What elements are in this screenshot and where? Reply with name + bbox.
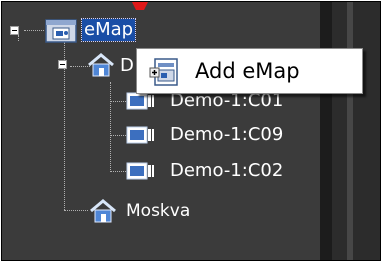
tree-node-camera-c02[interactable]: Demo-1:C02 xyxy=(170,160,283,182)
collapse-toggle-emap[interactable] xyxy=(10,26,19,35)
tree-node-site[interactable]: D xyxy=(120,55,134,77)
context-menu: Add eMap xyxy=(136,48,363,94)
site-icon xyxy=(90,199,116,223)
camera-icon xyxy=(126,126,154,144)
tree-node-emap[interactable]: eMap xyxy=(80,18,137,42)
camera-icon xyxy=(126,162,154,180)
menu-item-label: Add eMap xyxy=(195,59,300,83)
emap-folder-icon xyxy=(45,19,77,43)
add-emap-icon xyxy=(149,58,178,86)
tree-connector xyxy=(110,82,111,172)
collapse-toggle-site[interactable] xyxy=(58,60,67,69)
tree-node-camera-c09[interactable]: Demo-1:C09 xyxy=(170,124,283,146)
panel-splitter[interactable] xyxy=(320,2,332,260)
tree-connector xyxy=(110,101,126,102)
tree-connector xyxy=(24,30,44,31)
emap-tree-window: eMap D Demo-1:C01 Demo-1:C09 Demo-1:C02 … xyxy=(1,1,381,261)
tree-panel: eMap D Demo-1:C01 Demo-1:C09 Demo-1:C02 … xyxy=(2,2,320,260)
tree-connector xyxy=(18,35,19,41)
side-panel-divider xyxy=(347,2,353,260)
site-icon xyxy=(88,53,114,77)
tree-connector xyxy=(64,210,88,211)
tree-node-moskva[interactable]: Moskva xyxy=(126,200,190,222)
tree-connector xyxy=(110,171,126,172)
side-panel xyxy=(332,2,380,260)
red-marker-icon xyxy=(132,2,148,10)
tree-connector xyxy=(110,135,126,136)
menu-item-add-emap[interactable]: Add eMap xyxy=(139,51,360,91)
